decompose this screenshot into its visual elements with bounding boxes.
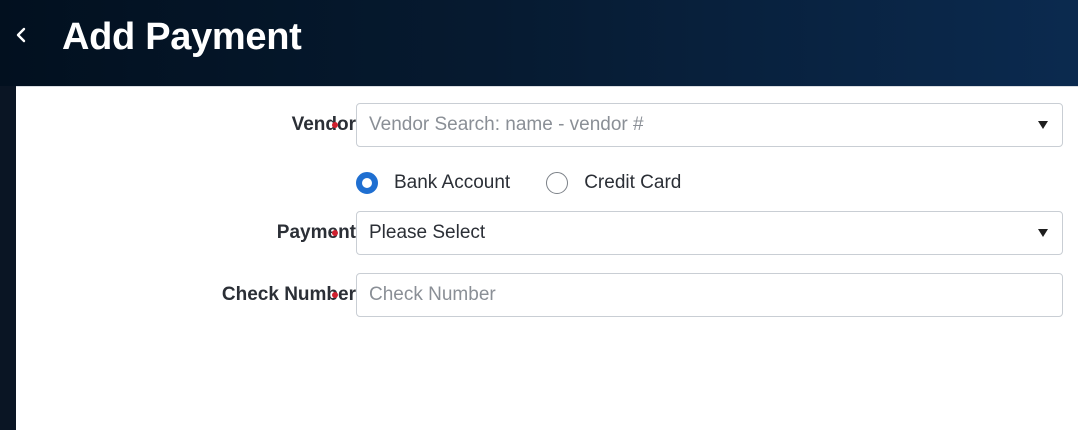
check-number-input[interactable] xyxy=(356,273,1063,317)
page-header: Add Payment xyxy=(0,0,1078,86)
required-indicator xyxy=(332,122,338,128)
radio-bank-account-label: Bank Account xyxy=(394,172,511,193)
radio-credit-card-label: Credit Card xyxy=(584,172,682,193)
payment-select[interactable]: Please Select xyxy=(356,211,1063,255)
radio-checked-icon[interactable] xyxy=(356,172,378,194)
account-type-radio-group: Bank Account Credit Card xyxy=(356,169,717,197)
vendor-row: Vendor Vendor Search: name - vendor # xyxy=(16,103,1078,147)
payment-form: Vendor Vendor Search: name - vendor # Ba… xyxy=(16,86,1078,430)
vendor-search-placeholder: Vendor Search: name - vendor # xyxy=(369,114,644,135)
add-payment-window: Add Payment Vendor Vendor Search: name -… xyxy=(0,0,1078,430)
caret-down-icon xyxy=(1038,121,1048,129)
payment-row: Payment Please Select xyxy=(16,211,1078,255)
radio-credit-card[interactable]: Credit Card xyxy=(546,172,681,194)
payment-select-value: Please Select xyxy=(369,222,486,243)
check-number-row: Check Number xyxy=(16,273,1078,317)
vendor-search-dropdown[interactable]: Vendor Search: name - vendor # xyxy=(356,103,1063,147)
chevron-left-icon xyxy=(16,27,26,43)
radio-bank-account[interactable]: Bank Account xyxy=(356,172,510,194)
radio-unchecked-icon[interactable] xyxy=(546,172,569,194)
back-button[interactable] xyxy=(10,20,32,50)
required-indicator xyxy=(332,292,338,298)
required-indicator xyxy=(332,230,338,236)
payment-label: Payment xyxy=(276,222,356,243)
page-title: Add Payment xyxy=(62,16,302,58)
caret-down-icon xyxy=(1038,229,1048,237)
vendor-label: Vendor xyxy=(291,114,356,135)
